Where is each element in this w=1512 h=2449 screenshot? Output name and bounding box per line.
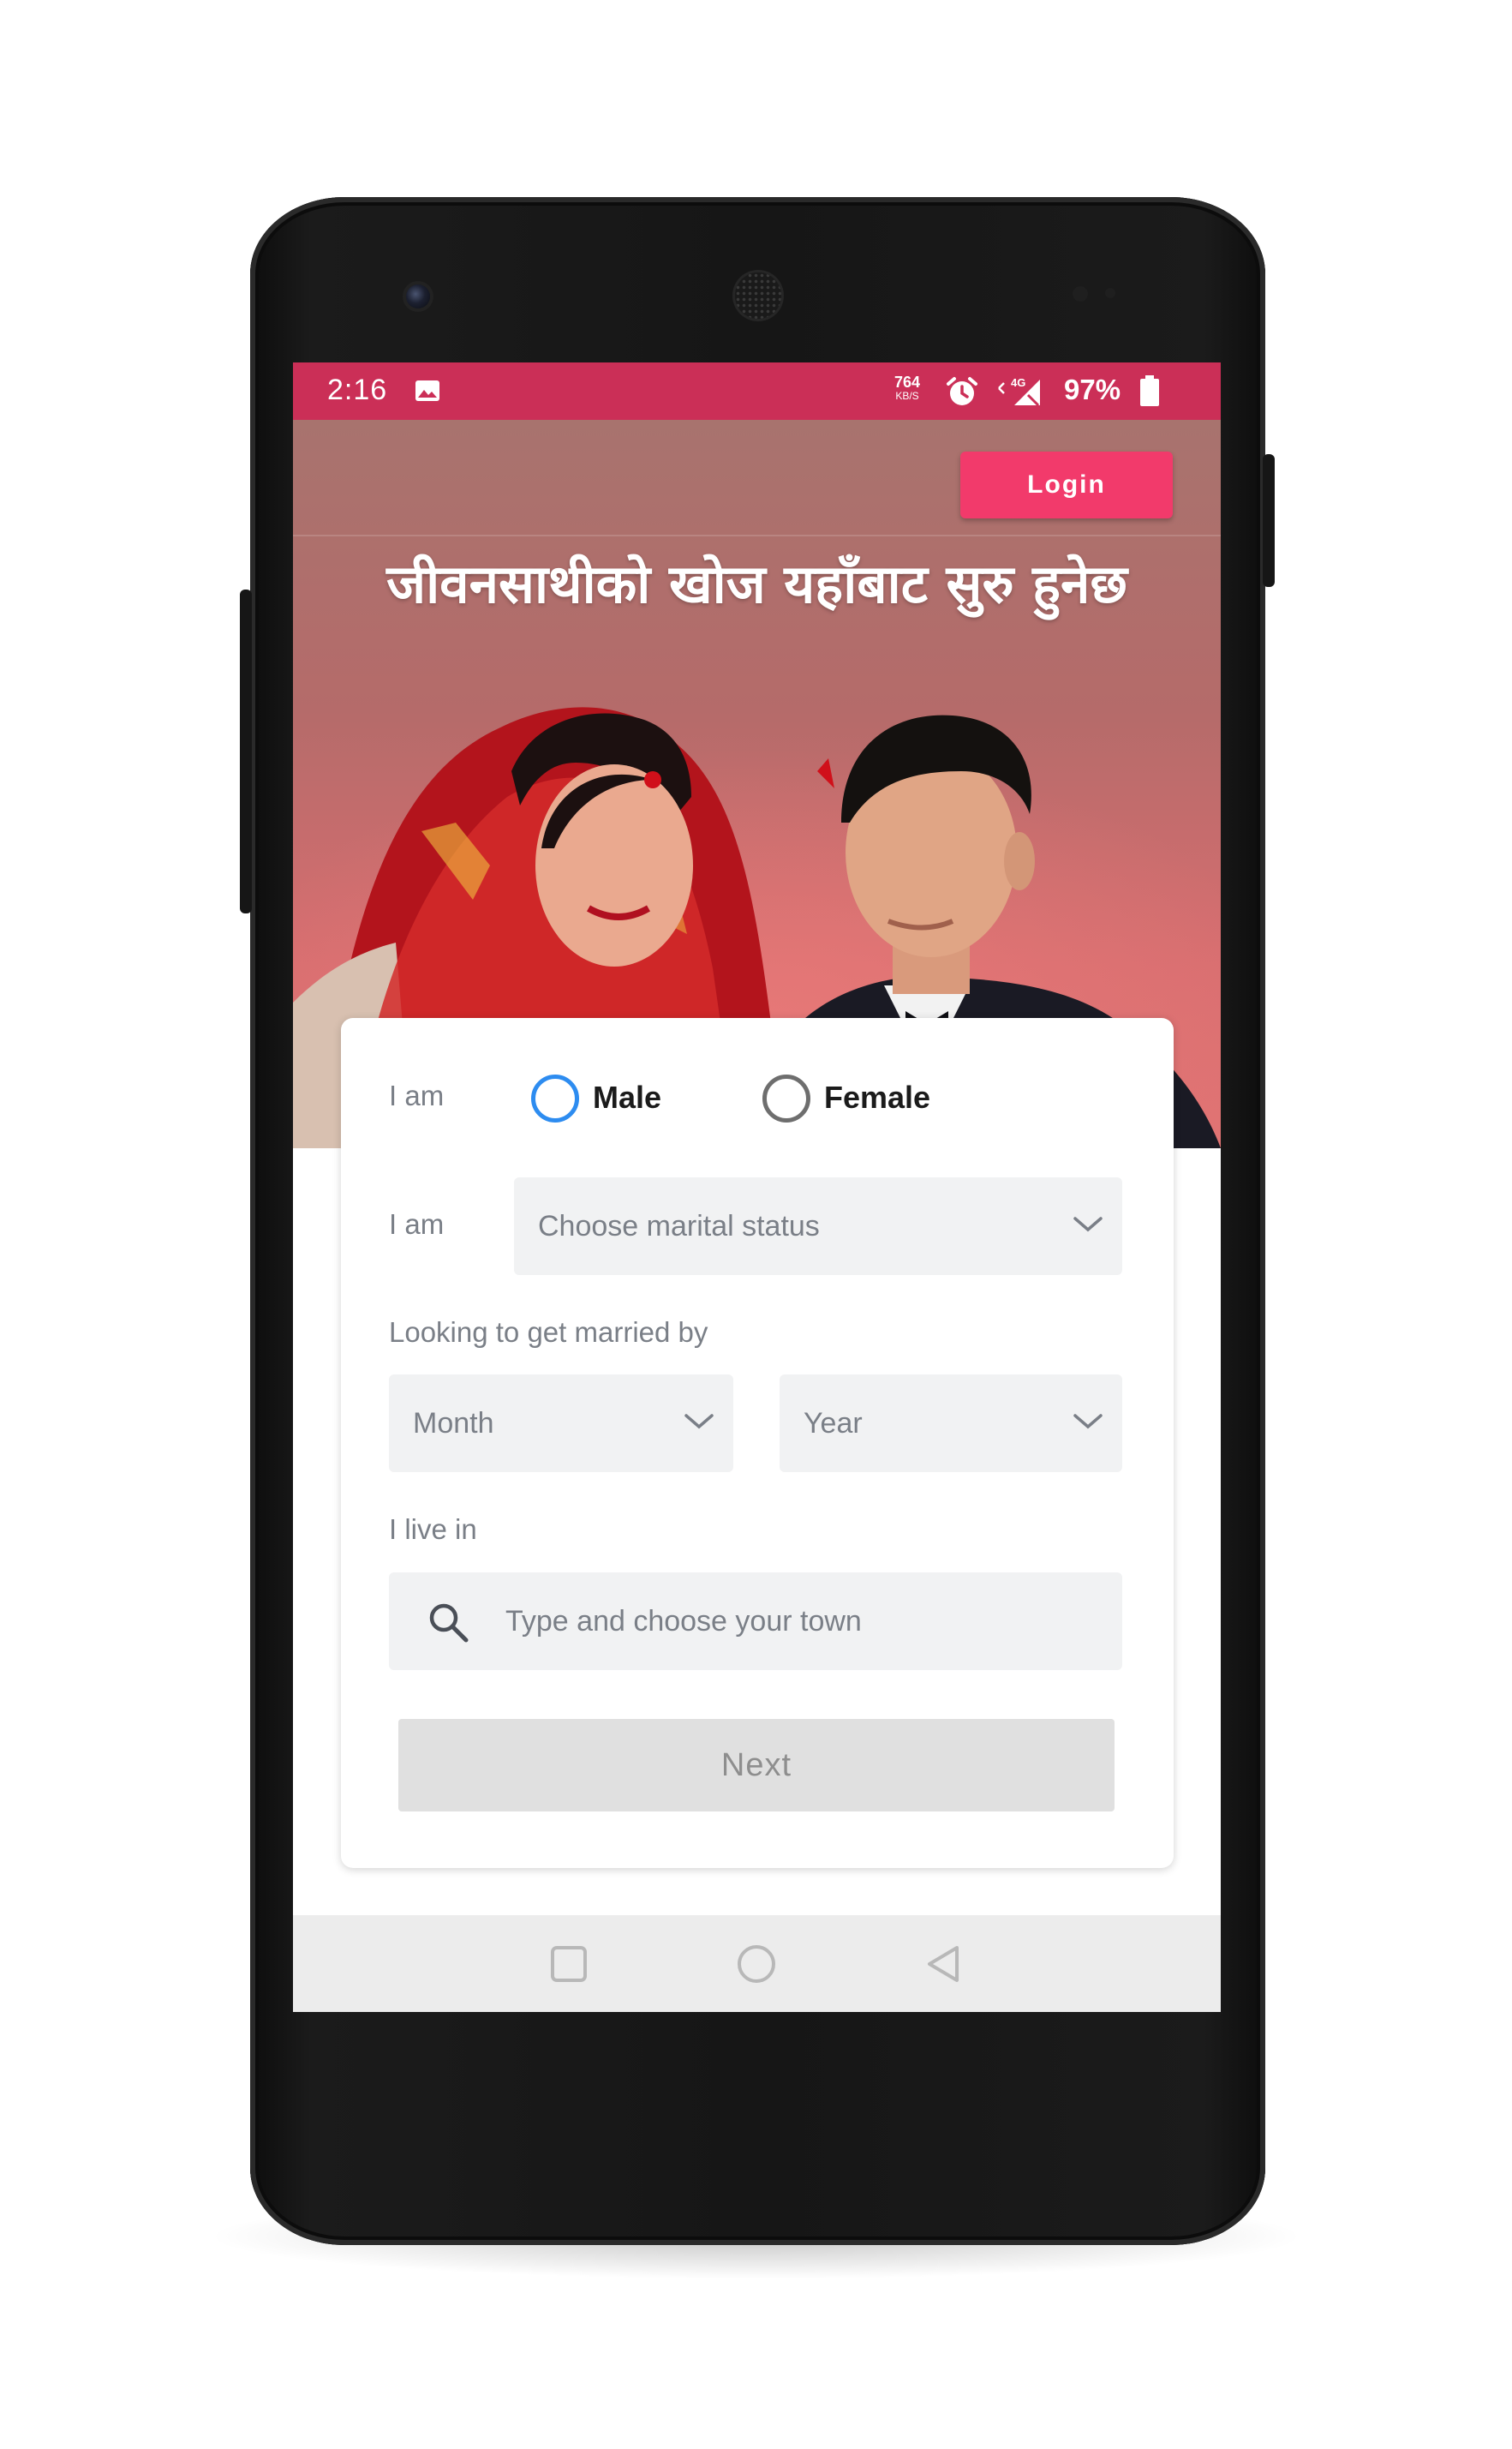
chevron-down-icon: [684, 1414, 714, 1429]
recent-apps-icon[interactable]: [547, 1943, 590, 1985]
marital-status-label: I am: [389, 1208, 445, 1240]
status-bar: 2:16 764 KB/S 4G 97%: [293, 362, 1221, 420]
earpiece-speaker: [735, 272, 781, 319]
volume-button: [240, 590, 252, 913]
year-select[interactable]: Year: [780, 1374, 1122, 1472]
signal-4g-icon: 4G: [998, 376, 1040, 407]
male-radio[interactable]: [531, 1075, 579, 1123]
year-placeholder: Year: [804, 1407, 863, 1440]
back-icon[interactable]: [923, 1943, 965, 1985]
male-radio-label[interactable]: Male: [593, 1080, 661, 1116]
search-icon: [429, 1603, 469, 1643]
image-icon: [415, 380, 439, 401]
married-by-label: Looking to get married by: [389, 1316, 708, 1348]
proximity-sensor: [1073, 286, 1088, 302]
home-icon[interactable]: [735, 1943, 778, 1985]
marital-status-select[interactable]: Choose marital status: [514, 1177, 1122, 1275]
battery-icon: [1140, 375, 1159, 406]
alarm-icon: [947, 377, 977, 405]
power-button: [1263, 454, 1275, 587]
registration-form-card: I am Male Female I am Choose marital sta…: [341, 1018, 1174, 1868]
navigation-bar: [293, 1915, 1221, 2012]
hero-title: जीवनसाथीको खोज यहाँबाट सुरु हुनेछ: [386, 553, 1127, 615]
net-speed: 764 KB/S: [894, 374, 920, 402]
svg-text:4G: 4G: [1011, 376, 1025, 389]
month-select[interactable]: Month: [389, 1374, 733, 1472]
status-time: 2:16: [327, 374, 388, 406]
next-button[interactable]: Next: [398, 1719, 1115, 1811]
live-in-label: I live in: [389, 1513, 477, 1545]
female-radio-label[interactable]: Female: [824, 1080, 930, 1116]
app-screen: 2:16 764 KB/S 4G 97% Login जीवनसाथीको खो…: [293, 362, 1221, 2012]
light-sensor: [1105, 288, 1115, 298]
login-button[interactable]: Login: [960, 452, 1173, 518]
net-speed-value: 764: [894, 374, 921, 391]
month-placeholder: Month: [413, 1407, 494, 1440]
town-placeholder: Type and choose your town: [505, 1605, 862, 1638]
net-speed-unit: KB/S: [895, 390, 919, 402]
battery-percent: 97%: [1064, 374, 1121, 405]
female-radio[interactable]: [762, 1075, 810, 1123]
marital-status-placeholder: Choose marital status: [538, 1210, 820, 1242]
chevron-down-icon: [1073, 1217, 1103, 1232]
gender-label: I am: [389, 1080, 445, 1111]
chevron-down-icon: [1073, 1414, 1103, 1429]
header-divider: [293, 535, 1221, 536]
front-camera: [406, 284, 430, 308]
town-search-input[interactable]: Type and choose your town: [389, 1572, 1122, 1670]
